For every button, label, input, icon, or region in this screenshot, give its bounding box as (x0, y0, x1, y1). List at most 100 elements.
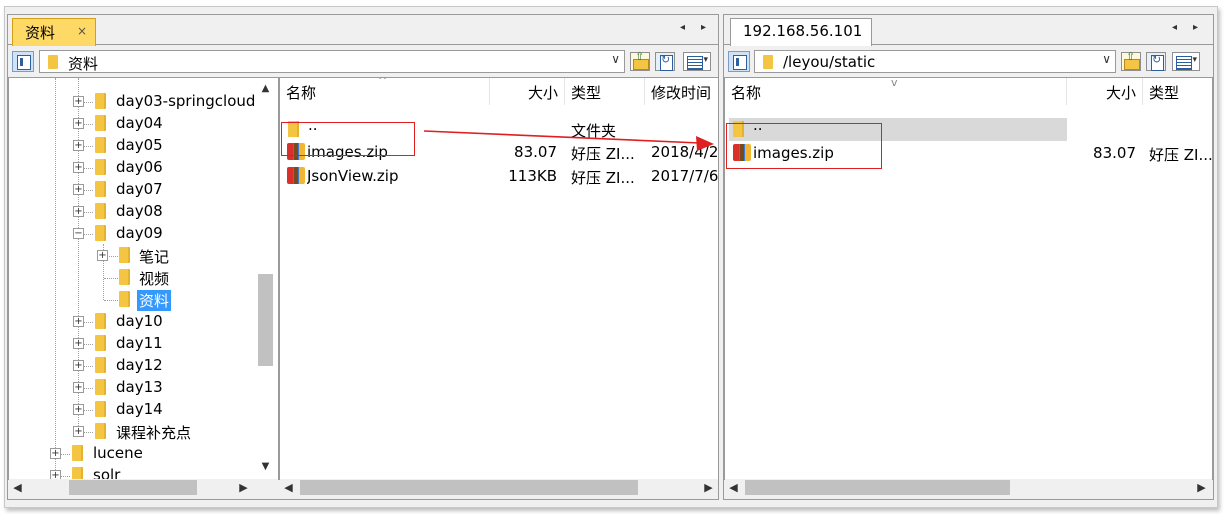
scroll-up-icon[interactable]: ▲ (257, 80, 274, 97)
expand-icon[interactable]: + (50, 448, 61, 459)
tree-item[interactable]: − day09 (9, 223, 263, 245)
tree-item[interactable]: + day13 (9, 377, 263, 399)
local-list-horizontal-scrollbar[interactable]: ◀ ▶ (280, 479, 718, 496)
tab-scroll-right-icon[interactable]: ▸ (1193, 22, 1198, 33)
expand-icon[interactable]: + (73, 316, 84, 327)
expand-icon[interactable]: + (73, 382, 84, 393)
file-type: 好压 ZI... (571, 145, 635, 163)
column-header-type[interactable]: 类型 (1143, 78, 1212, 105)
view-mode-button[interactable] (1172, 52, 1200, 71)
scroll-right-icon[interactable]: ▶ (235, 479, 252, 496)
folder-icon (95, 93, 106, 109)
tree-item[interactable]: + day07 (9, 179, 263, 201)
tab-scroll-left-icon[interactable]: ◂ (1172, 22, 1177, 33)
folder-icon (95, 335, 106, 351)
tab-label: 192.168.56.101 (743, 22, 863, 40)
column-header-name[interactable]: 名称 ^ (280, 78, 490, 105)
sort-descending-icon: v (891, 78, 898, 89)
scrollbar-thumb[interactable] (745, 480, 1010, 495)
expand-icon[interactable]: + (73, 426, 84, 437)
toggle-tree-view-icon[interactable] (12, 51, 34, 72)
expand-icon[interactable]: + (73, 162, 84, 173)
expand-icon[interactable]: + (73, 140, 84, 151)
expand-icon[interactable]: + (73, 360, 84, 371)
annotation-highlight-box (726, 123, 882, 169)
expand-icon[interactable]: + (97, 250, 108, 261)
scrollbar-thumb[interactable] (258, 274, 273, 366)
chevron-down-icon[interactable]: ∨ (611, 52, 620, 66)
tree-item[interactable]: 视频 (9, 267, 263, 289)
remote-file-list: 名称 v 大小 类型 .. images.zip 83.07 好压 ZI... (724, 77, 1213, 480)
tree-item[interactable]: + day14 (9, 399, 263, 421)
tree-item[interactable]: + day06 (9, 157, 263, 179)
scroll-left-icon[interactable]: ◀ (9, 479, 26, 496)
tree-item[interactable]: + lucene (9, 443, 263, 465)
tree-item[interactable]: + day03-springcloud (9, 91, 263, 113)
tree-item-label: day03-springcloud (116, 92, 256, 110)
list-item-file[interactable]: JsonView.zip 113KB 好压 ZI... 2017/7/6, (280, 165, 718, 188)
parent-folder-button[interactable] (630, 50, 650, 71)
tree-item-selected[interactable]: 资料 (9, 289, 263, 311)
scroll-left-icon[interactable]: ◀ (280, 479, 297, 496)
close-tab-icon[interactable]: × (77, 24, 87, 38)
folder-icon (763, 55, 773, 69)
tree-item[interactable]: + 笔记 (9, 245, 263, 267)
tree-item[interactable]: + day08 (9, 201, 263, 223)
column-label: 名称 (286, 84, 317, 102)
local-folder-tree: + day03-springcloud + day04 + day05 + da… (8, 77, 279, 480)
tree-item[interactable]: + 课程补充点 (9, 421, 263, 443)
view-mode-button[interactable] (683, 52, 711, 71)
refresh-button[interactable] (1146, 52, 1166, 71)
column-label: 大小 (527, 84, 558, 102)
sftp-client-window: 资料 × ◂ ▸ 资料 ∨ + (0, 0, 1224, 514)
remote-path-combobox[interactable]: /leyou/static ∨ (754, 50, 1116, 73)
remote-list-horizontal-scrollbar[interactable]: ◀ ▶ (725, 479, 1212, 496)
expand-icon[interactable]: + (73, 118, 84, 129)
folder-icon (95, 181, 106, 197)
tree-vertical-scrollbar[interactable]: ▲ ▼ (257, 78, 274, 479)
expand-icon[interactable]: + (73, 206, 84, 217)
tab-label: 资料 (25, 24, 56, 42)
scrollbar-thumb[interactable] (69, 480, 197, 495)
tab-local-ziliao[interactable]: 资料 × (12, 18, 96, 46)
expand-icon[interactable]: + (73, 404, 84, 415)
toggle-tree-view-icon[interactable] (728, 51, 750, 72)
scroll-right-icon[interactable]: ▶ (700, 479, 717, 496)
column-header-type[interactable]: 类型 (565, 78, 645, 105)
tab-scroll-right-icon[interactable]: ▸ (701, 22, 706, 33)
expand-icon[interactable]: + (73, 96, 84, 107)
tree-item-label: day10 (116, 312, 163, 330)
tree-item[interactable]: + day04 (9, 113, 263, 135)
scroll-down-icon[interactable]: ▼ (257, 458, 274, 475)
column-header-name[interactable]: 名称 v (725, 78, 1067, 105)
parent-folder-button[interactable] (1121, 50, 1141, 71)
column-header-modified[interactable]: 修改时间 (645, 78, 718, 105)
file-name: JsonView.zip (307, 167, 399, 185)
file-size: 113KB (508, 167, 557, 185)
file-modified: 2018/4/2 (651, 143, 719, 161)
chevron-down-icon[interactable]: ∨ (1102, 52, 1111, 66)
refresh-button[interactable] (655, 52, 675, 71)
expand-icon[interactable]: + (73, 184, 84, 195)
tree-item-label: day07 (116, 180, 163, 198)
tab-remote-host[interactable]: 192.168.56.101 (730, 18, 872, 46)
tree-item[interactable]: + solr (9, 465, 263, 479)
tree-item[interactable]: + day12 (9, 355, 263, 377)
column-label: 类型 (571, 84, 602, 102)
column-header-size[interactable]: 大小 (1067, 78, 1143, 105)
collapse-icon[interactable]: − (73, 228, 84, 239)
local-path-combobox[interactable]: 资料 ∨ (39, 50, 625, 73)
scrollbar-thumb[interactable] (300, 480, 638, 495)
scroll-right-icon[interactable]: ▶ (1193, 479, 1210, 496)
tree-item-label: day04 (116, 114, 163, 132)
tree-item[interactable]: + day11 (9, 333, 263, 355)
tree-item[interactable]: + day10 (9, 311, 263, 333)
tree-item-label: day09 (116, 224, 163, 242)
tree-horizontal-scrollbar[interactable]: ◀ ▶ (9, 479, 278, 496)
expand-icon[interactable]: + (73, 338, 84, 349)
tree-item-label: day14 (116, 400, 163, 418)
column-header-size[interactable]: 大小 (490, 78, 565, 105)
scroll-left-icon[interactable]: ◀ (725, 479, 742, 496)
tab-scroll-left-icon[interactable]: ◂ (680, 22, 685, 33)
tree-item[interactable]: + day05 (9, 135, 263, 157)
